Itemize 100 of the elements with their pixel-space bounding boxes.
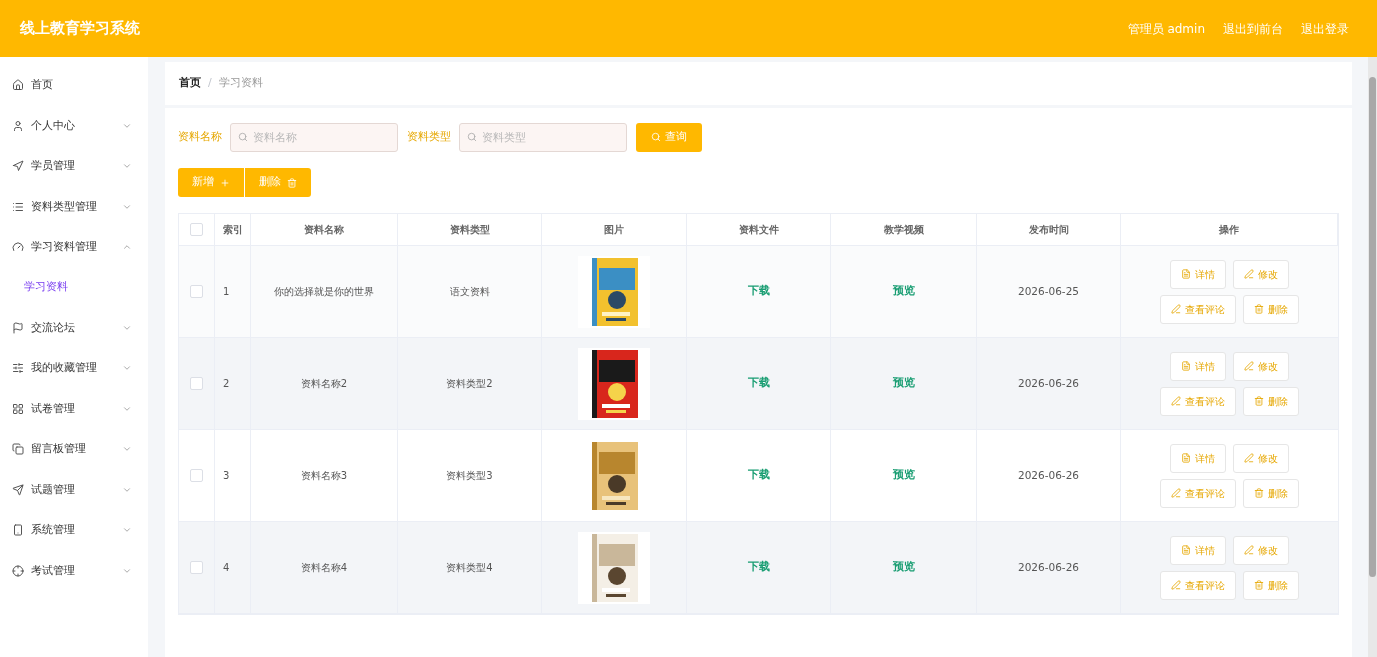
document-icon: [1181, 269, 1191, 279]
breadcrumb-separator: /: [208, 75, 212, 92]
detail-button[interactable]: 详情: [1170, 443, 1226, 473]
document-icon: [1181, 361, 1191, 371]
sidebar-item[interactable]: 首页: [0, 65, 148, 106]
sidebar-item[interactable]: 考试管理: [0, 550, 148, 591]
search-icon: [467, 132, 477, 142]
add-button[interactable]: 新增: [178, 168, 245, 197]
menu-icon: [12, 79, 24, 92]
download-link[interactable]: 下载: [747, 559, 770, 576]
search-field[interactable]: 资料名称: [230, 122, 398, 152]
table-cell-text: 2026-06-26: [1018, 559, 1079, 575]
table-cell-text: 2: [223, 377, 230, 391]
column-header: 操作: [1219, 223, 1239, 237]
header-link[interactable]: 管理员 admin: [1127, 19, 1205, 38]
preview-link[interactable]: 预览: [892, 559, 915, 576]
table-cell-text: 语文资料: [449, 285, 490, 299]
sidebar-item[interactable]: 学员管理: [0, 146, 148, 187]
search-icon: [651, 132, 661, 142]
column-header: 图片: [604, 223, 624, 237]
header-link[interactable]: 退出登录: [1301, 19, 1349, 38]
pen-icon: [1244, 269, 1254, 279]
app-title: 线上教育学习系统: [20, 18, 140, 40]
query-button[interactable]: 查询: [636, 122, 702, 152]
menu-icon: [12, 362, 24, 375]
download-link[interactable]: 下载: [747, 375, 770, 392]
trash-icon: [1254, 396, 1264, 406]
edit-button[interactable]: 修改: [1233, 259, 1289, 289]
edit-button[interactable]: 修改: [1233, 535, 1289, 565]
header-link[interactable]: 退出到前台: [1223, 19, 1283, 38]
column-header: 索引: [223, 223, 243, 237]
pen-icon: [1171, 488, 1181, 498]
menu-icon: [12, 200, 24, 213]
detail-button[interactable]: 详情: [1170, 259, 1226, 289]
document-icon: [1181, 453, 1191, 463]
checkbox[interactable]: [190, 561, 203, 574]
column-header: 资料名称: [304, 223, 344, 237]
column-header: 教学视频: [883, 223, 924, 237]
edit-button[interactable]: 修改: [1233, 351, 1289, 381]
breadcrumb-link[interactable]: 学习资料: [218, 75, 263, 92]
download-link[interactable]: 下载: [747, 283, 770, 300]
delete-button[interactable]: 删除: [245, 168, 311, 197]
table-cell-text: 资料名称2: [300, 377, 348, 391]
menu-icon: [12, 321, 24, 334]
download-link[interactable]: 下载: [747, 467, 770, 484]
table-cell-text: 你的选择就是你的世界: [274, 285, 374, 299]
sidebar-item[interactable]: 资料类型管理: [0, 186, 148, 227]
menu-icon: [12, 524, 24, 537]
delete-button[interactable]: 删除: [1243, 478, 1299, 508]
menu-icon: [12, 402, 24, 415]
document-icon: [1181, 545, 1191, 555]
table-cell-text: 资料类型2: [446, 377, 493, 391]
field-label: 资料名称: [178, 128, 222, 145]
sidebar-item[interactable]: 我的收藏管理: [0, 348, 148, 389]
delete-button[interactable]: 删除: [1243, 386, 1299, 416]
delete-button[interactable]: 删除: [1243, 570, 1299, 600]
trash-icon: [287, 177, 297, 188]
sidebar-item[interactable]: 试卷管理: [0, 388, 148, 429]
checkbox[interactable]: [190, 285, 203, 298]
comments-button[interactable]: 查看评论: [1160, 570, 1236, 600]
pen-icon: [1171, 304, 1181, 314]
menu-icon: [12, 241, 24, 254]
sidebar-item[interactable]: 学习资料管理: [0, 227, 148, 268]
sidebar-item[interactable]: 交流论坛: [0, 307, 148, 348]
search-field[interactable]: 资料类型: [459, 122, 627, 152]
edit-button[interactable]: 修改: [1233, 443, 1289, 473]
detail-button[interactable]: 详情: [1170, 535, 1226, 565]
comments-button[interactable]: 查看评论: [1160, 478, 1236, 508]
column-header: 资料文件: [738, 223, 779, 237]
field-label: 资料类型: [407, 128, 451, 145]
table-cell-text: 资料类型3: [446, 469, 493, 483]
sidebar-item[interactable]: 试题管理: [0, 469, 148, 510]
table-cell-text: 资料名称3: [300, 469, 348, 483]
sidebar-item[interactable]: 个人中心: [0, 105, 148, 146]
preview-link[interactable]: 预览: [892, 467, 915, 484]
trash-icon: [1254, 580, 1264, 590]
table-cell-text: 2026-06-26: [1018, 375, 1079, 391]
checkbox[interactable]: [190, 377, 203, 390]
sidebar-item[interactable]: 系统管理: [0, 510, 148, 551]
table-cell-text: 资料名称4: [300, 561, 348, 575]
menu-icon: [12, 564, 24, 577]
detail-button[interactable]: 详情: [1170, 351, 1226, 381]
menu-icon: [12, 483, 24, 496]
pen-icon: [1171, 580, 1181, 590]
column-header: 资料类型: [449, 223, 490, 237]
table-cell-text: 2026-06-25: [1018, 283, 1079, 299]
comments-button[interactable]: 查看评论: [1160, 386, 1236, 416]
comments-button[interactable]: 查看评论: [1160, 294, 1236, 324]
pen-icon: [1244, 453, 1254, 463]
pen-icon: [1244, 545, 1254, 555]
menu-icon: [12, 443, 24, 456]
breadcrumb-link[interactable]: 首页: [179, 75, 201, 92]
menu-icon: [12, 119, 24, 132]
sidebar-subitem[interactable]: 学习资料: [0, 267, 148, 308]
delete-button[interactable]: 删除: [1243, 294, 1299, 324]
preview-link[interactable]: 预览: [892, 375, 915, 392]
preview-link[interactable]: 预览: [892, 283, 915, 300]
checkbox[interactable]: [190, 223, 203, 236]
checkbox[interactable]: [190, 469, 203, 482]
sidebar-item[interactable]: 留言板管理: [0, 429, 148, 470]
